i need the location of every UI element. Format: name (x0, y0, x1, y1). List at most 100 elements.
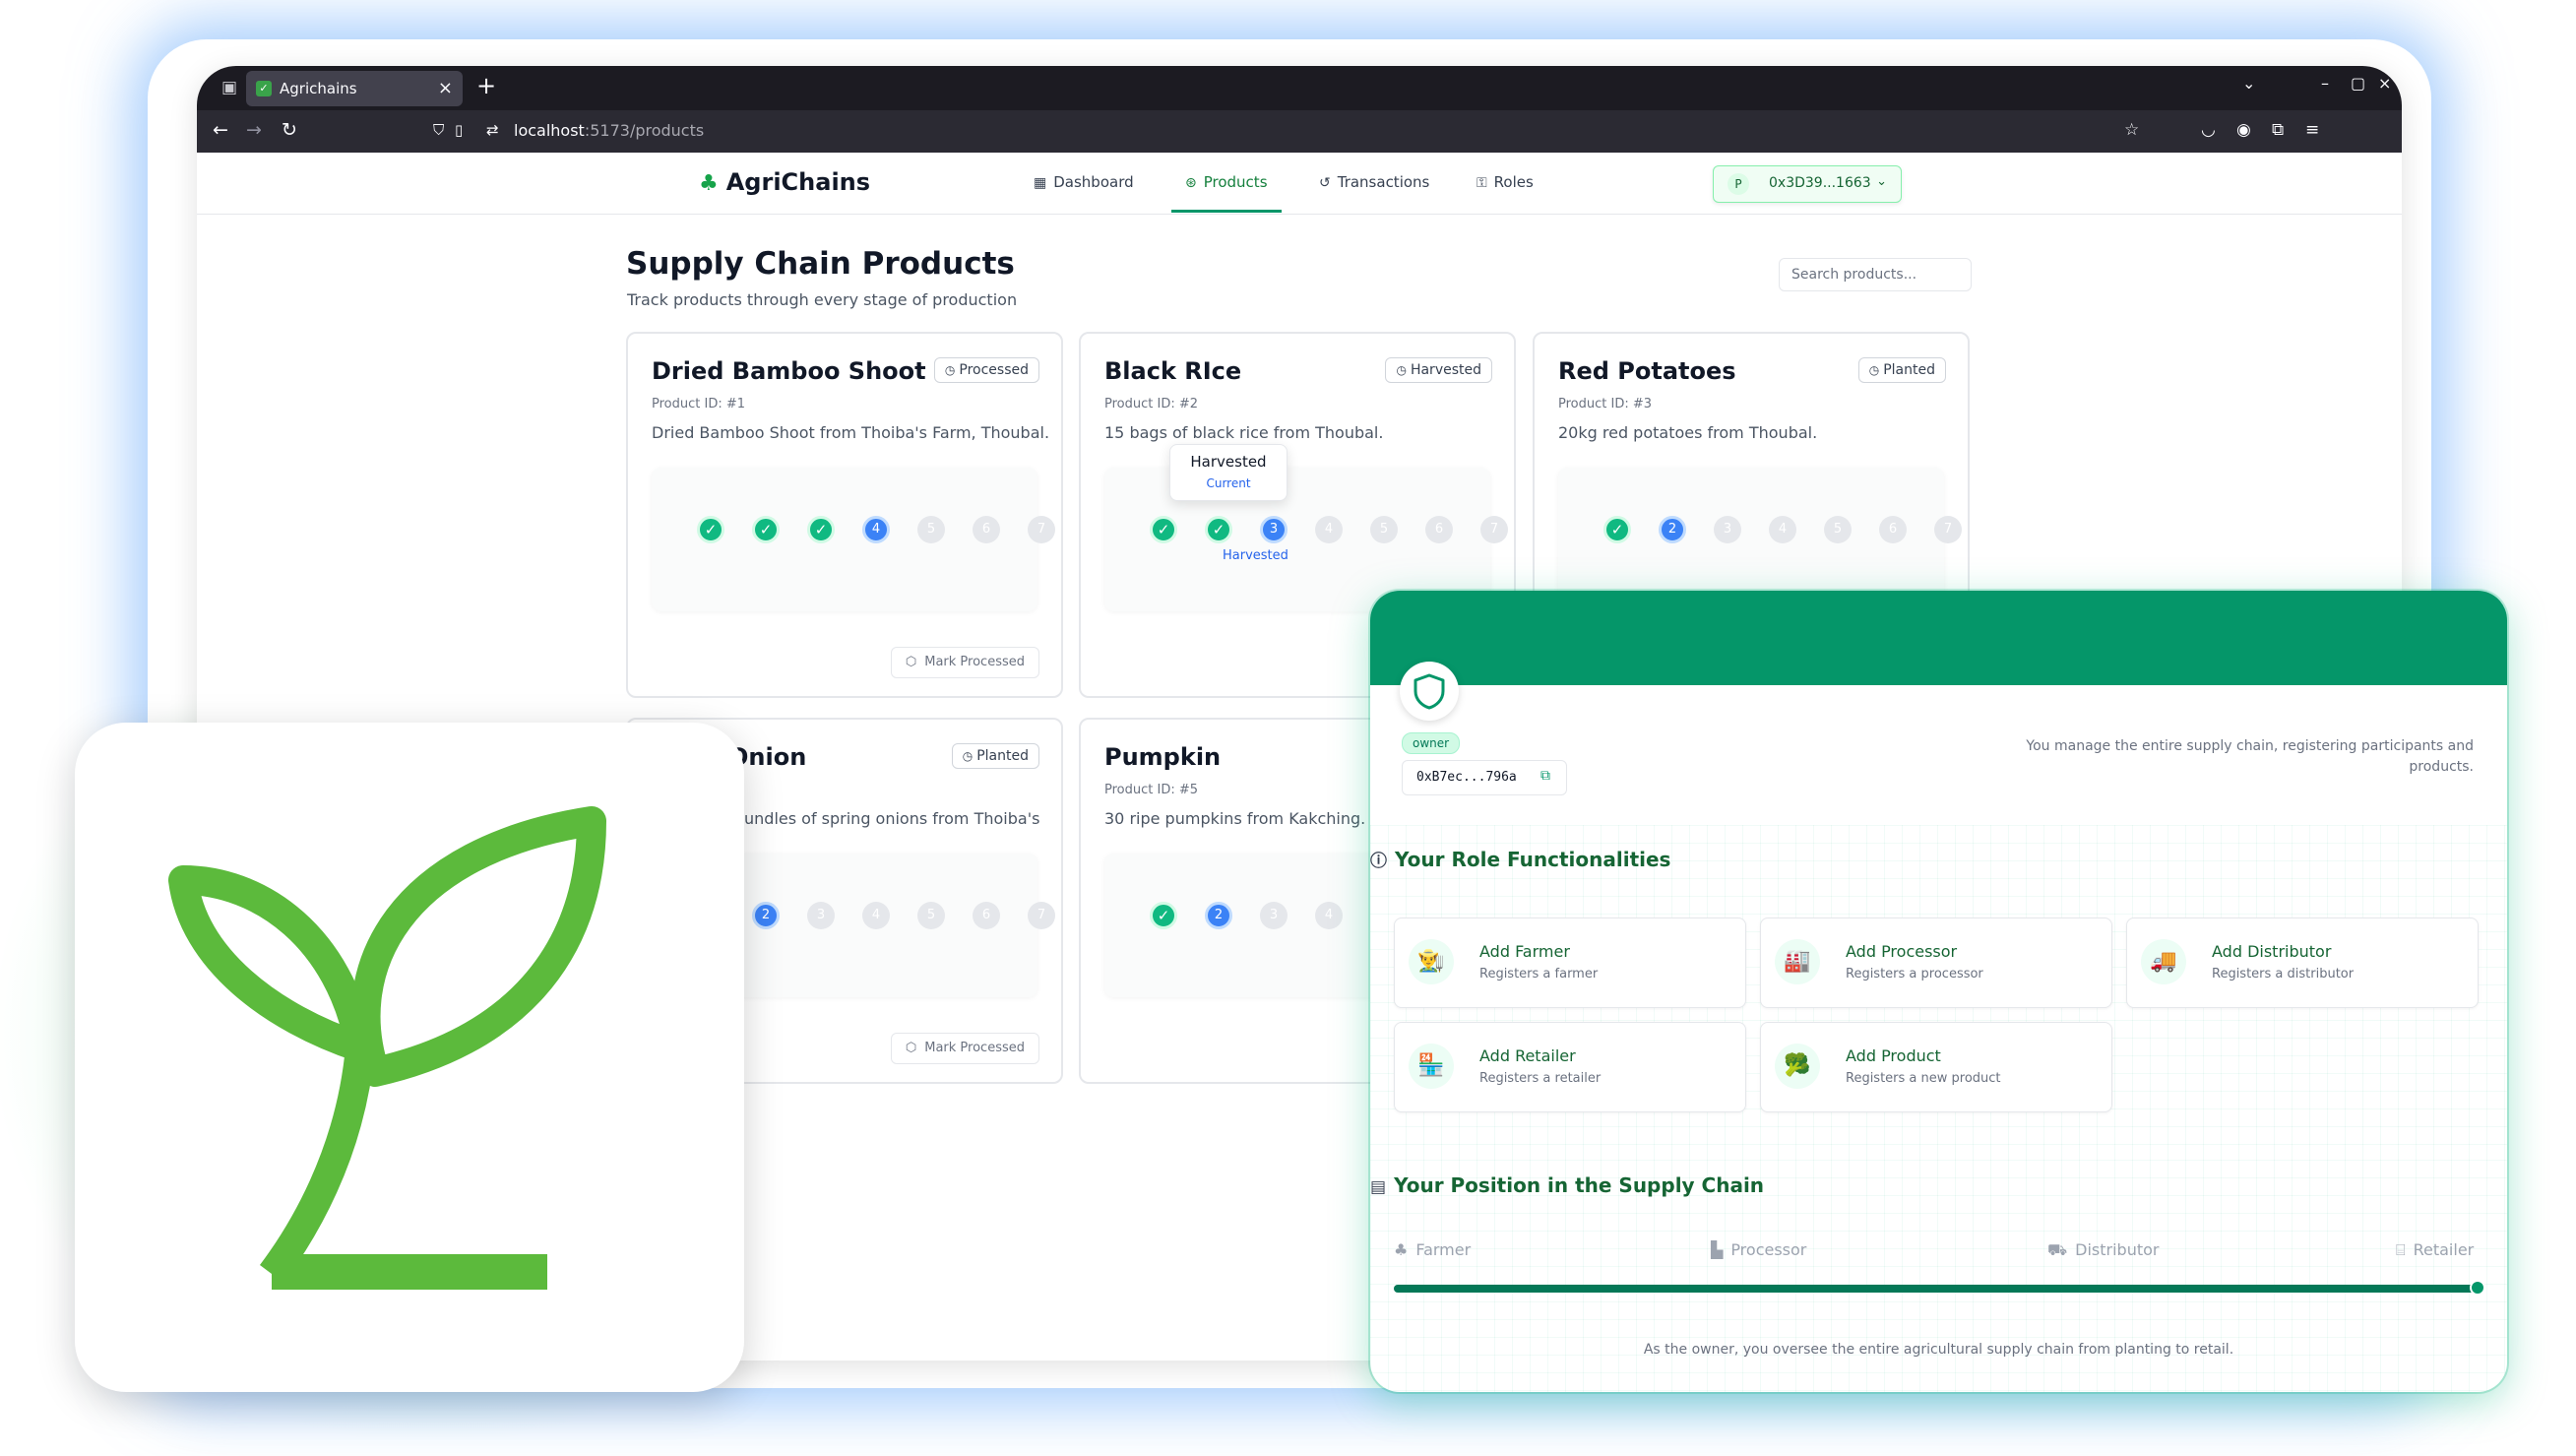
page-title: Supply Chain Products (626, 246, 1015, 282)
tab-list-icon[interactable]: ▣ (219, 77, 240, 98)
step-complete-check-icon[interactable]: ✓ (1150, 902, 1177, 929)
function-title: Add Processor (1846, 942, 1958, 961)
close-tab-icon[interactable]: × (438, 78, 453, 98)
tab-title: Agrichains (280, 80, 357, 97)
close-window-icon[interactable]: × (2378, 74, 2391, 93)
chevron-down-icon[interactable]: ⌄ (2242, 74, 2255, 93)
product-name: Dried Bamboo Shoot (652, 357, 926, 385)
sprout-icon: ♣ (1394, 1240, 1409, 1259)
step-complete-check-icon[interactable]: ✓ (1205, 516, 1232, 543)
step-pending[interactable]: 6 (973, 902, 1000, 929)
step-pending[interactable]: 7 (1480, 516, 1508, 543)
step-pending[interactable]: 4 (1315, 516, 1343, 543)
step-tooltip: Harvested Current (1169, 444, 1288, 501)
step-pending[interactable]: 3 (1714, 516, 1741, 543)
step-pending[interactable]: 5 (1370, 516, 1398, 543)
product-description: 30 ripe pumpkins from Kakching. (1104, 809, 1366, 828)
box-icon: ⬡ (905, 655, 917, 669)
product-description: Dried Bamboo Shoot from Thoiba's Farm, T… (652, 423, 1050, 442)
step-pending[interactable]: 6 (1425, 516, 1453, 543)
account-address: 0x3D39...1663 (1769, 175, 1871, 191)
product-description: 15 bags of black rice from Thoubal. (1104, 423, 1384, 442)
product-name: Pumpkin (1104, 743, 1222, 771)
add-retailer-button[interactable]: 🏪 Add Retailer Registers a retailer (1394, 1022, 1746, 1112)
shield-icon[interactable]: ⛉ (433, 121, 444, 139)
product-description: undles of spring onions from Thoiba's (744, 809, 1040, 828)
status-badge: ◷ Planted (1857, 357, 1946, 383)
step-current[interactable]: 2 (1659, 516, 1686, 543)
step-pending[interactable]: 6 (973, 516, 1000, 543)
nav-transactions[interactable]: ↺ Transactions (1319, 173, 1429, 191)
step-pending[interactable]: 6 (1879, 516, 1907, 543)
position-footer: As the owner, you oversee the entire agr… (1643, 1342, 2234, 1358)
step-pending[interactable]: 7 (1934, 516, 1962, 543)
permissions-icon[interactable]: ⇄ (486, 121, 499, 139)
status-badge: ◷ Planted (951, 743, 1039, 769)
add-distributor-button[interactable]: 🚚 Add Distributor Registers a distributor (2126, 918, 2479, 1008)
step-pending[interactable]: 5 (917, 516, 945, 543)
mark-processed-button[interactable]: ⬡ Mark Processed (890, 1033, 1039, 1064)
step-pending[interactable]: 5 (917, 902, 945, 929)
maximize-icon[interactable]: ▢ (2351, 74, 2365, 93)
position-distributor: ⛟ Distributor (2047, 1240, 2160, 1259)
clock-icon: ◷ (1396, 363, 1407, 377)
step-complete-check-icon[interactable]: ✓ (1603, 516, 1631, 543)
tab-bar: ▣ ✓ Agrichains × + ⌄ – ▢ × (197, 66, 2402, 110)
step-pending[interactable]: 7 (1028, 902, 1055, 929)
page-icon: ▯ (455, 121, 464, 139)
add-product-button[interactable]: 🥦 Add Product Registers a new product (1760, 1022, 2112, 1112)
address-text: 0xB7ec...796a (1416, 770, 1517, 785)
function-subtitle: Registers a new product (1846, 1071, 2001, 1086)
step-pending[interactable]: 4 (1769, 516, 1796, 543)
step-complete-check-icon[interactable]: ✓ (697, 516, 724, 543)
step-pending[interactable]: 5 (1824, 516, 1852, 543)
step-pending[interactable]: 7 (1028, 516, 1055, 543)
new-tab-icon[interactable]: + (476, 72, 496, 99)
copy-icon[interactable]: ⧉ (1540, 768, 1550, 784)
current-step-label: Harvested (1223, 548, 1288, 563)
step-complete-check-icon[interactable]: ✓ (752, 516, 780, 543)
account-button[interactable]: P 0x3D39...1663 ⌄ (1713, 165, 1902, 203)
bookmark-star-icon[interactable]: ☆ (2124, 120, 2139, 140)
back-icon[interactable]: ← (213, 119, 228, 141)
function-title: Add Distributor (2212, 942, 2332, 961)
sprout-icon: ♣ (699, 171, 719, 196)
function-subtitle: Registers a farmer (1479, 967, 1599, 981)
position-progress-knob (2470, 1280, 2485, 1296)
step-pending[interactable]: 4 (862, 902, 890, 929)
reload-icon[interactable]: ↻ (282, 119, 297, 141)
step-pending[interactable]: 3 (1260, 902, 1288, 929)
step-complete-check-icon[interactable]: ✓ (1150, 516, 1177, 543)
menu-icon[interactable]: ≡ (2305, 120, 2319, 140)
nav-roles[interactable]: ⚿ Roles (1476, 173, 1534, 191)
step-pending[interactable]: 3 (807, 902, 835, 929)
product-id: Product ID: #3 (1558, 397, 1653, 411)
minimize-icon[interactable]: – (2321, 74, 2329, 93)
nav-dashboard[interactable]: ▦ Dashboard (1034, 173, 1134, 191)
step-pending[interactable]: 4 (1315, 902, 1343, 929)
extensions-icon[interactable]: ⧉ (2272, 120, 2284, 140)
browser-tab[interactable]: ✓ Agrichains × (246, 71, 463, 106)
product-card[interactable]: Dried Bamboo Shoot ◷ Processed Product ID… (626, 332, 1063, 698)
search-input[interactable] (1779, 258, 1972, 291)
nav-products[interactable]: ⊛ Products (1185, 173, 1268, 191)
app-icon-card (75, 723, 744, 1392)
account-icon[interactable]: ◉ (2236, 120, 2251, 140)
forward-icon[interactable]: → (246, 119, 262, 141)
add-farmer-button[interactable]: 👨‍🌾 Add Farmer Registers a farmer (1394, 918, 1746, 1008)
step-current[interactable]: 3 (1260, 516, 1288, 543)
mark-processed-button[interactable]: ⬡ Mark Processed (890, 647, 1039, 678)
app-logo[interactable]: ♣ AgriChains (699, 168, 870, 196)
step-current[interactable]: 2 (752, 902, 780, 929)
products-icon: ⊛ (1185, 175, 1197, 191)
step-current[interactable]: 4 (862, 516, 890, 543)
url-field[interactable]: localhost:5173/products (514, 121, 704, 140)
chevron-down-icon: ⌄ (1876, 174, 1887, 189)
role-summary: You manage the entire supply chain, regi… (2026, 738, 2474, 775)
pocket-icon[interactable]: ◡ (2201, 120, 2216, 140)
product-description: 20kg red potatoes from Thoubal. (1558, 423, 1818, 442)
sprout-logo-icon (168, 806, 606, 1290)
add-processor-button[interactable]: 🏭 Add Processor Registers a processor (1760, 918, 2112, 1008)
step-complete-check-icon[interactable]: ✓ (807, 516, 835, 543)
step-current[interactable]: 2 (1205, 902, 1232, 929)
